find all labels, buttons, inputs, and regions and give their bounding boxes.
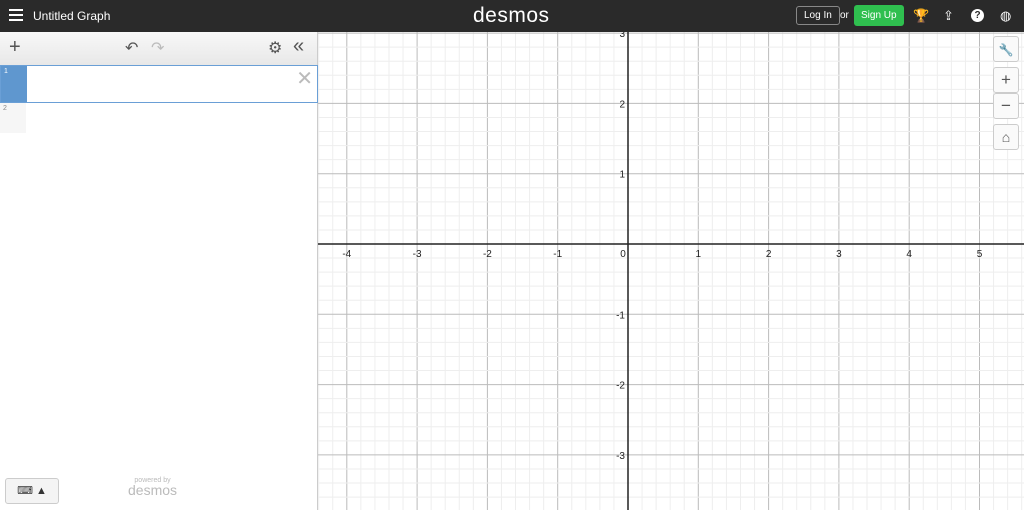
- header-bar: Untitled Graph desmos Log In or Sign Up …: [0, 0, 1024, 32]
- powered-by-desmos: powered by desmos: [128, 477, 178, 498]
- x-tick-label: -3: [413, 249, 422, 260]
- x-tick-label: 1: [696, 249, 702, 260]
- keyboard-toggle-button[interactable]: ⌨ ▲: [5, 478, 59, 504]
- zoom-in-button[interactable]: +: [993, 67, 1019, 93]
- or-label: or: [840, 10, 849, 21]
- home-button[interactable]: ⌂: [993, 124, 1019, 150]
- y-tick-label: -1: [616, 310, 625, 321]
- wrench-icon: 🔧: [998, 43, 1014, 57]
- signup-button[interactable]: Sign Up: [854, 5, 904, 26]
- x-tick-label: 3: [836, 249, 842, 260]
- brand-label: desmos: [128, 482, 178, 498]
- trophy-icon[interactable]: 🏆: [913, 8, 929, 24]
- graph-canvas[interactable]: -4 -3 -2 -1 0 1 2 3 4 5 3 2 1 -1 -2 -3: [318, 32, 1024, 510]
- expression-row-1[interactable]: 1 ✕: [0, 65, 318, 103]
- x-tick-label: 5: [977, 249, 983, 260]
- y-tick-label: 1: [619, 170, 625, 181]
- expression-index[interactable]: 2: [0, 103, 26, 133]
- expression-toolbar: + ↶ ↷ ⚙ «: [0, 32, 317, 65]
- language-icon[interactable]: ◍: [1000, 8, 1011, 24]
- menu-icon[interactable]: [9, 9, 23, 21]
- desmos-logo: desmos: [473, 4, 550, 27]
- x-tick-label: 0: [620, 249, 626, 260]
- x-tick-label: 4: [906, 249, 912, 260]
- collapse-panel-button[interactable]: «: [293, 35, 304, 58]
- x-tick-label: 2: [766, 249, 772, 260]
- y-tick-label: -2: [616, 381, 625, 392]
- help-icon[interactable]: ?: [971, 9, 984, 22]
- settings-button[interactable]: ⚙: [268, 38, 282, 58]
- expression-panel: + ↶ ↷ ⚙ « 1 ✕ 2 ⌨ ▲ powered by desmos: [0, 32, 318, 510]
- x-tick-label: -2: [483, 249, 492, 260]
- login-button[interactable]: Log In: [796, 6, 840, 25]
- zoom-out-button[interactable]: −: [993, 93, 1019, 119]
- graph-settings-wrench-button[interactable]: 🔧: [993, 36, 1019, 62]
- undo-button[interactable]: ↶: [125, 38, 138, 58]
- x-tick-label: -4: [342, 249, 351, 260]
- x-tick-label: -1: [553, 249, 562, 260]
- y-tick-label: 3: [619, 32, 625, 40]
- y-tick-label: -3: [616, 451, 625, 462]
- add-expression-button[interactable]: +: [9, 36, 21, 59]
- y-tick-label: 2: [619, 99, 625, 110]
- delete-expression-icon[interactable]: ✕: [296, 66, 313, 91]
- share-icon[interactable]: ⇪: [943, 8, 954, 24]
- expression-index: 1: [1, 66, 27, 102]
- redo-button[interactable]: ↷: [151, 38, 164, 58]
- graph-title[interactable]: Untitled Graph: [33, 9, 110, 23]
